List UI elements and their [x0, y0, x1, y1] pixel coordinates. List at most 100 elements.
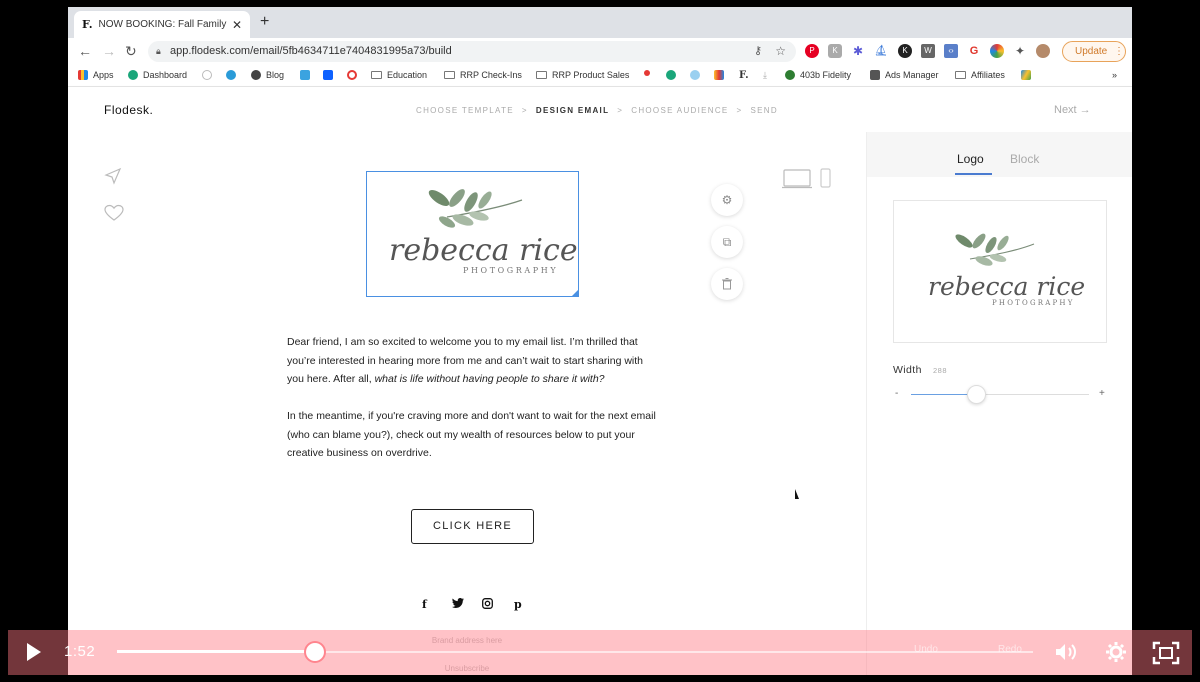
instagram-icon[interactable]	[482, 598, 493, 612]
bookmark-star-icon[interactable]: ☆	[775, 41, 786, 62]
bookmark-peace[interactable]	[202, 70, 217, 80]
pinterest-ext-icon[interactable]: P	[805, 44, 819, 58]
step-send[interactable]: SEND	[751, 106, 778, 115]
redo-label[interactable]: Redo	[998, 644, 1022, 655]
width-increase[interactable]: +	[1099, 388, 1105, 399]
bookmark-rrp-checkins[interactable]: RRP Check-Ins	[444, 70, 522, 80]
bookmark-blog[interactable]: Blog	[251, 70, 284, 80]
chart-app-icon	[714, 70, 724, 80]
step-separator: >	[521, 106, 528, 115]
video-progress-thumb[interactable]	[303, 641, 326, 663]
video-frame: F. NOW BOOKING: Fall Family Mi ✕ + ← → ↻…	[8, 7, 1192, 675]
text-line: (who can blame you?), check out my wealt…	[287, 428, 635, 441]
bookmark-ads-manager[interactable]: Ads Manager	[870, 70, 939, 80]
flodesk-logo[interactable]: Flodesk.	[104, 103, 153, 117]
bookmark-dropbox[interactable]	[323, 70, 338, 80]
new-tab-icon[interactable]: +	[260, 13, 269, 31]
browser-tab[interactable]: F. NOW BOOKING: Fall Family Mi ✕	[74, 11, 250, 38]
width-value: 288	[933, 366, 948, 375]
twitter-icon[interactable]	[452, 598, 464, 611]
next-button[interactable]: Next →	[1054, 104, 1091, 116]
facebook-icon[interactable]: f	[422, 598, 427, 611]
bookmark-dashboard[interactable]: Dashboard	[128, 70, 187, 80]
balloon-icon	[690, 70, 700, 80]
ext-star-icon[interactable]: ✱	[851, 44, 865, 58]
back-icon[interactable]: ←	[78, 43, 92, 59]
step-design-email[interactable]: DESIGN EMAIL	[536, 106, 609, 115]
dropbox-icon	[323, 70, 333, 80]
text-line: you here. After all, what is life withou…	[287, 370, 667, 389]
ext-k2-icon[interactable]: K	[898, 44, 912, 58]
click-here-button[interactable]: CLICK HERE	[411, 509, 534, 544]
address-bar[interactable]: 🔒︎ app.flodesk.com/email/5fb4634711e7404…	[148, 41, 796, 62]
step-choose-audience[interactable]: CHOOSE AUDIENCE	[631, 106, 728, 115]
volume-icon[interactable]	[1054, 641, 1080, 663]
bookmark-drive[interactable]	[1021, 70, 1036, 80]
left-toolbar	[104, 167, 124, 227]
bookmark-label: 403b Fidelity	[800, 70, 852, 80]
url-text: app.flodesk.com/email/5fb4634711e7404831…	[170, 45, 452, 57]
bookmark-pin[interactable]	[644, 70, 655, 76]
flodesk-icon: F.	[739, 70, 749, 81]
extensions-puzzle-icon[interactable]: ✦	[1013, 44, 1027, 58]
profile-avatar[interactable]	[1036, 44, 1050, 58]
bookmark-square[interactable]	[300, 70, 315, 80]
resize-handle[interactable]	[571, 289, 579, 297]
desktop-preview-icon[interactable]	[782, 168, 834, 190]
pinterest-icon[interactable]: p	[514, 598, 522, 611]
key-icon[interactable]: ⚷	[754, 41, 762, 62]
delete-block-button[interactable]	[711, 268, 743, 300]
bookmark-app[interactable]	[226, 70, 241, 80]
bookmark-balloon[interactable]	[690, 70, 705, 80]
play-icon[interactable]	[27, 643, 41, 661]
duplicate-block-button[interactable]: ⧉	[711, 226, 743, 258]
undo-label[interactable]: Undo	[914, 644, 938, 655]
ext-g-icon[interactable]: G	[967, 44, 981, 58]
close-tab-icon[interactable]: ✕	[232, 18, 242, 32]
ext-color-icon[interactable]	[990, 44, 1004, 58]
ext-w-icon[interactable]: W	[921, 44, 935, 58]
tab-logo[interactable]: Logo	[957, 152, 984, 166]
text-block-welcome[interactable]: Dear friend, I am so excited to welcome …	[287, 333, 667, 389]
bookmarks-bar: Apps Dashboard Blog Education RRP Check-…	[68, 65, 1132, 87]
device-preview-toggle	[782, 168, 834, 195]
fullscreen-icon[interactable]	[1152, 641, 1180, 665]
width-slider-thumb[interactable]	[966, 385, 986, 404]
folder-icon	[444, 71, 455, 79]
green-app-icon	[666, 70, 676, 80]
bookmark-download[interactable]: ⤓	[763, 70, 767, 81]
bookmark-flodesk[interactable]: F.	[739, 70, 749, 81]
text-block-resources[interactable]: In the meantime, if you're craving more …	[287, 407, 667, 463]
step-choose-template[interactable]: CHOOSE TEMPLATE	[416, 106, 514, 115]
update-button[interactable]: Update ⋮	[1062, 41, 1126, 62]
ext-k-icon[interactable]: K	[828, 44, 842, 58]
text-fragment: you here. After all,	[287, 373, 375, 385]
block-settings-button[interactable]: ⚙	[711, 184, 743, 216]
settings-gear-icon[interactable]	[1105, 641, 1127, 663]
logo-preview[interactable]: rebecca rice PHOTOGRAPHY	[893, 200, 1107, 343]
bookmark-circle[interactable]	[347, 70, 362, 80]
bookmark-green[interactable]	[666, 70, 681, 80]
logo-sub-text: PHOTOGRAPHY	[463, 266, 558, 275]
tab-block[interactable]: Block	[1010, 152, 1039, 166]
bookmark-403b[interactable]: 403b Fidelity	[785, 70, 851, 80]
send-test-icon[interactable]	[104, 167, 124, 190]
bookmark-affiliates[interactable]: Affiliates	[955, 70, 1005, 80]
bookmark-apps[interactable]: Apps	[78, 70, 114, 80]
heart-icon[interactable]	[104, 204, 124, 227]
reload-icon[interactable]: ↻	[125, 43, 137, 60]
more-bookmarks-icon[interactable]: »	[1112, 70, 1117, 80]
video-progress-fill	[117, 650, 315, 653]
ext-sail-icon[interactable]: ⛵︎	[874, 44, 888, 58]
duplicate-icon: ⧉	[722, 235, 732, 249]
mouse-cursor	[795, 489, 803, 499]
bookmark-education[interactable]: Education	[371, 70, 427, 80]
bookmark-chart[interactable]	[714, 70, 729, 80]
active-tab-underline	[955, 173, 992, 175]
bookmark-label: RRP Product Sales	[552, 70, 630, 80]
logo-block-selected[interactable]: rebecca rice PHOTOGRAPHY	[366, 171, 579, 297]
width-decrease[interactable]: -	[895, 388, 898, 399]
ext-code-icon[interactable]: ‹›	[944, 44, 958, 58]
forward-icon[interactable]: →	[102, 43, 116, 59]
bookmark-rrp-product-sales[interactable]: RRP Product Sales	[536, 70, 629, 80]
